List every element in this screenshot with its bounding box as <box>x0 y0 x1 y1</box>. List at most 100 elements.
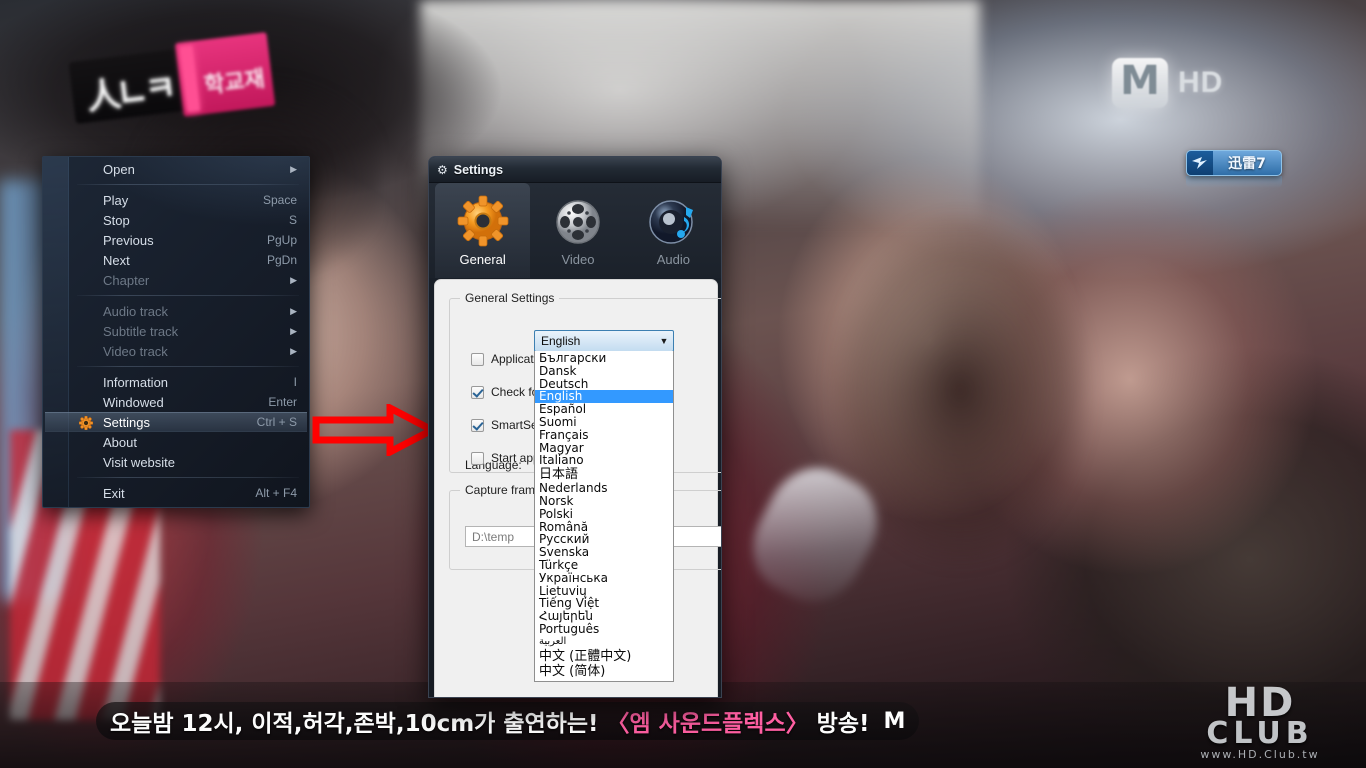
menu-item-shortcut: PgUp <box>266 233 297 247</box>
menu-item-shortcut: Space <box>262 193 297 207</box>
menu-item-shortcut: Alt + F4 <box>255 486 297 500</box>
language-option[interactable]: Português <box>535 623 673 636</box>
menu-separator <box>77 184 299 185</box>
menu-item-label: Video track <box>103 343 168 359</box>
xunlei-label: 迅雷7 <box>1228 156 1266 172</box>
language-option[interactable]: Türkçe <box>535 559 673 572</box>
tab-audio-label: Audio <box>656 251 690 267</box>
menu-item-previous[interactable]: Previous PgUp <box>45 230 307 250</box>
menu-item-shortcut: Ctrl + S <box>256 415 297 429</box>
checkbox-start-application[interactable] <box>471 451 484 465</box>
menu-item-label: About <box>103 434 137 450</box>
menu-item-chapter: Chapter ▶ <box>45 270 307 290</box>
film-reel-icon <box>556 199 600 244</box>
menu-item-windowed[interactable]: Windowed Enter <box>45 392 307 412</box>
language-option[interactable]: Italiano <box>535 454 673 467</box>
language-option[interactable]: العربية <box>535 636 673 649</box>
menu-item-open[interactable]: Open ▶ <box>45 159 307 179</box>
menu-item-about[interactable]: About <box>45 432 307 452</box>
chevron-down-icon[interactable]: ▼ <box>655 331 673 351</box>
screen: 人∟ㅋ 학교재 M HD 迅雷7 오늘밤 12시, 이적,허각,존박,10cm가 … <box>0 0 1366 768</box>
chevron-right-icon: ▶ <box>290 163 297 174</box>
language-option[interactable]: 中文 (正體中文) <box>535 649 673 664</box>
speaker-icon <box>649 199 694 244</box>
language-option[interactable]: Polski <box>535 507 673 521</box>
language-combo[interactable]: English ▼ <box>534 330 674 352</box>
menu-item-label: Exit <box>103 485 125 501</box>
subtitle-channel-mark: M <box>883 708 906 734</box>
menu-item-next[interactable]: Next PgDn <box>45 250 307 270</box>
hdclub-line1: HD <box>1224 680 1296 726</box>
menu-item-subtitle-track: Subtitle track ▶ <box>45 321 307 341</box>
channel-logo: M HD <box>1112 58 1223 108</box>
subtitle-part-after: 방송! <box>816 711 870 737</box>
checkbox-application[interactable] <box>471 352 484 366</box>
menu-item-label: Information <box>103 374 169 390</box>
language-option[interactable]: 日本語 <box>535 467 673 482</box>
language-option[interactable]: Français <box>535 428 673 442</box>
gear-icon: ⚙ <box>437 162 448 177</box>
menu-item-label: Audio track <box>103 303 169 319</box>
menu-item-stop[interactable]: Stop S <box>45 210 307 230</box>
settings-titlebar[interactable]: ⚙ Settings <box>429 157 721 183</box>
checkbox-check-for-updates[interactable] <box>471 385 484 399</box>
menu-separator <box>77 477 299 478</box>
subtitle-text: 오늘밤 12시, 이적,허각,존박,10cm가 출연하는! 〈엠 사운드플렉스〉… <box>110 704 869 738</box>
chevron-right-icon: ▶ <box>290 345 297 356</box>
tab-audio[interactable]: Audio <box>626 183 721 278</box>
menu-item-label: Settings <box>103 414 150 430</box>
subtitle-part-before: 오늘밤 12시, 이적,허각,존박,10cm가 출연하는! <box>110 711 599 737</box>
hdclub-url: www.HD.Club.tw <box>1200 748 1320 761</box>
language-option[interactable]: Suomi <box>535 416 673 429</box>
language-combo-list[interactable]: Български Dansk Deutsch English Español Suomi… <box>534 351 674 682</box>
tab-video-label: Video <box>561 251 595 267</box>
menu-item-visit-website[interactable]: Visit website <box>45 452 307 472</box>
gear-icon <box>78 415 94 431</box>
menu-item-label: Previous <box>103 232 154 248</box>
menu-separator <box>77 295 299 296</box>
xunlei-badge[interactable]: 迅雷7 <box>1186 150 1282 176</box>
channel-hd-label: HD <box>1178 66 1224 99</box>
xunlei-bird-icon <box>1187 151 1213 175</box>
hdclub-watermark: HD CLUB www.HD.Club.tw <box>1170 680 1350 761</box>
checkbox-row-check-for-updates[interactable]: Check for <box>471 385 542 399</box>
menu-item-label: Open <box>103 161 135 177</box>
settings-title: Settings <box>453 162 504 177</box>
menu-item-audio-track: Audio track ▶ <box>45 301 307 321</box>
player-context-menu[interactable]: Open ▶ Play Space Stop S Previous PgUp Next PgDn C… <box>42 156 310 508</box>
language-combo-value: English <box>541 334 581 348</box>
menu-item-label: Subtitle track <box>103 323 179 339</box>
menu-item-label: Stop <box>103 212 130 228</box>
language-option[interactable]: Українська <box>535 571 673 585</box>
general-settings-group-title: General Settings <box>460 291 560 305</box>
checkbox-smartseek[interactable] <box>471 418 484 432</box>
red-arrow-annotation <box>312 404 436 456</box>
tab-general-label: General <box>459 251 506 267</box>
subtitle-bar: 오늘밤 12시, 이적,허각,존박,10cm가 출연하는! 〈엠 사운드플렉스〉… <box>96 702 920 740</box>
menu-item-shortcut: PgDn <box>266 253 297 267</box>
menu-item-exit[interactable]: Exit Alt + F4 <box>45 483 307 503</box>
language-option[interactable]: Български <box>535 352 673 365</box>
checkbox-row-start-application[interactable]: Start appl <box>471 451 542 465</box>
tab-video[interactable]: Video <box>530 183 625 278</box>
language-option[interactable]: Dansk <box>535 364 673 378</box>
menu-item-information[interactable]: Information I <box>45 372 307 392</box>
chevron-right-icon: ▶ <box>290 305 297 316</box>
menu-item-label: Windowed <box>103 394 164 410</box>
chevron-right-icon: ▶ <box>290 274 297 285</box>
menu-item-shortcut: I <box>293 375 297 389</box>
menu-item-label: Chapter <box>103 272 150 288</box>
hdclub-line2: CLUB <box>1206 716 1314 751</box>
xunlei-badge-reflection <box>1186 176 1282 188</box>
tab-general[interactable]: General <box>435 183 531 278</box>
menu-item-label: Play <box>103 192 129 208</box>
language-option[interactable]: 中文 (简体) <box>535 664 673 679</box>
language-option[interactable]: Norsk <box>535 495 673 508</box>
mnet-m-icon: M <box>1112 58 1168 108</box>
menu-separator <box>77 366 299 367</box>
subtitle-part-highlight: 〈엠 사운드플렉스〉 <box>606 711 809 737</box>
menu-item-settings[interactable]: Settings Ctrl + S <box>45 412 307 432</box>
menu-item-shortcut: S <box>288 213 297 227</box>
settings-tabstrip[interactable]: General Video Audio <box>429 183 721 278</box>
menu-item-play[interactable]: Play Space <box>45 190 307 210</box>
